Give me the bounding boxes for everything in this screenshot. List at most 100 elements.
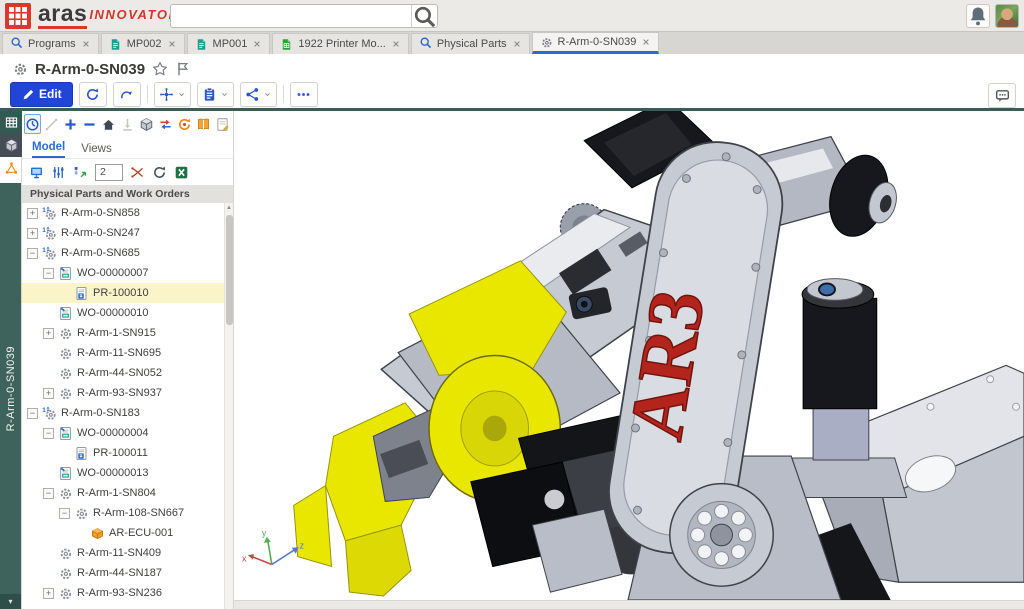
sync-view[interactable] [176,114,193,134]
panel-tab-model[interactable]: Model [32,141,65,158]
expand-levels-icon [73,165,88,180]
clipboard-button[interactable] [197,82,234,107]
export-excel[interactable] [174,165,189,180]
orbit-tool[interactable] [24,114,41,134]
tab-r-arm-0-sn039[interactable]: R-Arm-0-SN039 [532,32,660,54]
tree-row-r-arm-44-sn187[interactable]: R-Arm-44-SN187 [22,563,233,583]
3d-viewer[interactable]: AR3 [234,111,1024,609]
tree-row-r-arm-108-sn667[interactable]: − R-Arm-108-SN667 [22,503,233,523]
refresh-button[interactable] [79,82,107,107]
comments-button[interactable] [988,83,1016,108]
tree-expander[interactable]: + [43,588,54,599]
reload-icon [152,165,167,180]
drop-target[interactable] [119,114,136,134]
tree-row-r-arm-93-sn937[interactable]: + R-Arm-93-SN937 [22,383,233,403]
tab-close-icon[interactable] [391,39,401,49]
tab-close-icon[interactable] [641,37,651,47]
tree-row-ar-ecu-001[interactable]: AR-ECU-001 [22,523,233,543]
scrollbar-thumb[interactable] [226,215,233,325]
zoom-in[interactable] [62,114,79,134]
tree-row-wo-00000004[interactable]: − WO-00000004 [22,423,233,443]
part-icon [540,36,553,49]
tree-row-pr-100011[interactable]: PR-100011 [22,443,233,463]
problem-report-icon [74,286,89,301]
filter-properties[interactable] [51,165,66,180]
expand-levels[interactable] [73,165,88,180]
tree-row-r-arm-11-sn409[interactable]: R-Arm-11-SN409 [22,543,233,563]
markup-notes[interactable] [214,114,231,134]
tree-row-r-arm-0-sn685[interactable]: −1 R-Arm-0-SN685 [22,243,233,263]
tab-mp002[interactable]: MP002 [101,33,185,54]
tab-physical-parts[interactable]: Physical Parts [411,33,530,54]
tree-row-r-arm-11-sn695[interactable]: R-Arm-11-SN695 [22,343,233,363]
tree-rows: +1 R-Arm-0-SN858 +1 R-Arm-0-SN247 −1 R-A… [22,203,233,603]
tree-row-r-arm-0-sn858[interactable]: +1 R-Arm-0-SN858 [22,203,233,223]
tree-expander[interactable]: + [43,388,54,399]
scroll-up-icon[interactable]: ▲ [225,203,233,213]
tab-close-icon[interactable] [81,39,91,49]
app-launcher-button[interactable] [5,3,31,29]
tree-expander[interactable]: + [27,228,38,239]
bell-icon [967,5,989,27]
viewer-panel-toggle[interactable] [0,134,22,157]
collapse-all[interactable] [130,165,145,180]
tree-row-pr-100010[interactable]: PR-100010 [22,283,233,303]
catalog[interactable] [195,114,212,134]
tree-expander[interactable]: − [27,408,38,419]
vertical-item-tab[interactable]: R-Arm-0-SN039 [0,183,21,594]
grid-panel-toggle[interactable] [0,111,22,134]
impact-analysis-button[interactable] [154,82,191,107]
part-icon [58,366,73,381]
tree-expander[interactable]: + [43,328,54,339]
tree-row-r-arm-1-sn804[interactable]: − R-Arm-1-SN804 [22,483,233,503]
chevron-down-icon [263,90,272,99]
tree-expander[interactable]: − [43,428,54,439]
compare-views[interactable] [157,114,174,134]
search-input[interactable] [171,5,411,27]
panel-collapse-button[interactable]: ▾ [0,594,21,609]
tree-row-r-arm-1-sn915[interactable]: + R-Arm-1-SN915 [22,323,233,343]
tab-close-icon[interactable] [167,39,177,49]
tree-row-r-arm-93-sn236[interactable]: + R-Arm-93-SN236 [22,583,233,603]
search-button[interactable] [411,5,437,27]
tab-programs[interactable]: Programs [2,33,99,54]
home-view[interactable] [100,114,117,134]
svg-text:1: 1 [42,247,46,254]
tree-expander[interactable]: − [43,268,54,279]
tab-close-icon[interactable] [512,39,522,49]
structure-panel-toggle[interactable] [0,157,22,180]
measure-tool[interactable] [43,114,60,134]
share-button[interactable] [240,82,277,107]
panel-tab-views[interactable]: Views [81,143,111,158]
chevron-down-icon [177,90,186,99]
show-viewer[interactable] [29,165,44,180]
tree-row-r-arm-0-sn183[interactable]: −1 R-Arm-0-SN183 [22,403,233,423]
tree-expander[interactable]: − [59,508,70,519]
depth-input[interactable] [95,164,123,181]
3d-model-canvas[interactable]: AR3 [234,111,1024,600]
tab-mp001[interactable]: MP001 [187,33,271,54]
tab-close-icon[interactable] [252,39,262,49]
isometric-view[interactable] [138,114,155,134]
flag-icon[interactable] [175,61,191,77]
more-actions-button[interactable] [290,82,318,107]
edit-button[interactable]: Edit [10,82,73,107]
tree-expander[interactable]: + [27,208,38,219]
favorite-star-icon[interactable] [152,61,168,77]
reload-tree[interactable] [152,165,167,180]
tree-row-wo-00000013[interactable]: WO-00000013 [22,463,233,483]
axis-y-label: y [262,528,267,538]
tree-row-r-arm-44-sn052[interactable]: R-Arm-44-SN052 [22,363,233,383]
tree-row-wo-00000010[interactable]: WO-00000010 [22,303,233,323]
tree-scrollbar[interactable]: ▲ [224,203,233,609]
zoom-out[interactable] [81,114,98,134]
promote-button[interactable] [113,82,141,107]
notifications-button[interactable] [966,4,990,28]
tab-1922-printer-mo[interactable]: 1922 Printer Mo... [272,33,408,54]
tree-row-wo-00000007[interactable]: − WO-00000007 [22,263,233,283]
tree-expander[interactable]: − [27,248,38,259]
tree-expander[interactable]: − [43,488,54,499]
user-avatar[interactable] [995,4,1019,28]
tree-row-r-arm-0-sn247[interactable]: +1 R-Arm-0-SN247 [22,223,233,243]
collapse-icon [130,165,145,180]
